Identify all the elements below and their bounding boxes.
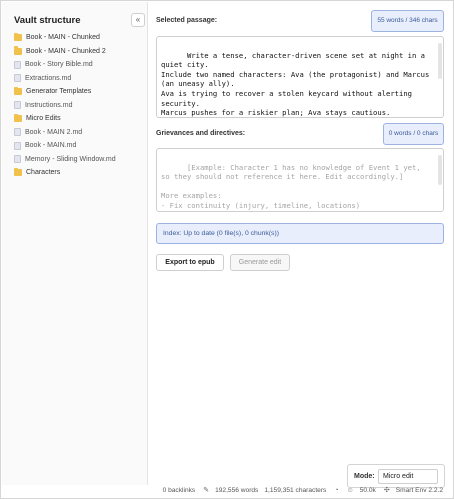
passage-count-badge: 55 words / 346 chars [371,10,444,32]
export-epub-button[interactable]: Export to epub [156,254,224,271]
tree-item-label: Book - Story Bible.md [25,61,93,69]
file-icon [14,60,21,69]
collapse-sidebar-button[interactable]: « [131,13,145,27]
sidebar-title: Vault structure [14,15,81,26]
backlinks-count[interactable]: 0 backlinks [163,487,196,494]
tree-item-label: Memory - Sliding Window.md [25,155,116,163]
smart-env-version[interactable]: Smart Env 2.2.2 [396,487,443,494]
tree-item-label: Book - MAIN 2.md [25,128,83,136]
passage-scrollbar[interactable] [438,43,442,79]
tree-item-label: Book - MAIN - Chunked [26,34,100,42]
selected-passage-textarea[interactable]: Write a tense, character-driven scene se… [156,36,444,118]
tree-item-file[interactable]: Book - MAIN 2.md [14,126,144,140]
folder-icon [14,86,22,96]
app-window: Vault structure « Book - MAIN - Chunked B… [0,0,454,499]
folder-icon [14,32,22,42]
selected-passage-label: Selected passage: [156,17,218,24]
tree-item-label: Characters [26,169,61,177]
tree-item-label: Book - MAIN.md [25,142,77,150]
tree-item-folder[interactable]: Micro Edits [14,112,144,126]
file-icon [14,155,21,164]
file-icon [14,128,21,137]
tree-item-label: Micro Edits [26,115,61,123]
main-panel: Selected passage: 55 words / 346 chars W… [149,2,454,485]
index-status-bar: Index: Up to date (0 file(s), 0 chunk(s)… [156,223,444,244]
grievances-count-badge: 0 words / 0 chars [383,123,444,145]
folder-icon [14,46,22,55]
grievances-textarea[interactable]: [Example: Character 1 has no knowledge o… [156,148,444,212]
tree-item-label: Instructions.md [25,101,73,109]
word-count: 192,556 words [215,486,259,494]
character-count: 1,159,351 characters [264,486,327,494]
grievances-scrollbar[interactable] [438,155,442,185]
token-count: 50.0k [359,486,376,494]
tree-item-label: Extractions.md [25,74,72,82]
edit-pencil-icon[interactable]: ✎ [203,486,209,494]
tree-item-folder[interactable]: Book - MAIN - Chunked 2 [14,45,144,59]
mode-select[interactable]: Micro edit [378,469,438,484]
tree-item-file[interactable]: Memory - Sliding Window.md [14,153,144,167]
tree-item-folder[interactable]: Book - MAIN - Chunked [14,31,144,45]
sidebar: Vault structure « Book - MAIN - Chunked B… [2,2,148,485]
tree-item-file[interactable]: Book - Story Bible.md [14,58,144,72]
smart-env-icon[interactable]: ✣ [384,486,390,494]
sync-icon[interactable]: ◔ [334,487,338,494]
robot-icon[interactable]: ☺ [347,487,354,494]
file-icon [14,74,21,83]
file-icon [14,141,21,150]
selected-passage-text: Write a tense, character-driven scene se… [161,50,430,118]
grievances-label: Grievances and directives: [156,130,246,137]
grievances-placeholder: [Example: Character 1 has no knowledge o… [161,162,421,211]
tree-item-label: Generator Templates [26,88,92,96]
folder-icon [14,167,22,177]
file-tree: Book - MAIN - Chunked Book - MAIN - Chunk… [14,31,144,180]
generate-edit-button[interactable]: Generate edit [230,254,290,271]
status-bar: 0 backlinks ✎ 192,556 words 1,159,351 ch… [157,484,443,496]
tree-item-file[interactable]: Extractions.md [14,72,144,86]
tree-item-label: Book - MAIN - Chunked 2 [26,47,106,55]
tree-item-file[interactable]: Book - MAIN.md [14,139,144,153]
mode-label: Mode: [354,473,375,480]
folder-icon [14,113,22,123]
file-icon [14,101,21,110]
tree-item-file[interactable]: Instructions.md [14,99,144,113]
tree-item-folder[interactable]: Generator Templates [14,85,144,99]
tree-item-folder[interactable]: Characters [14,166,144,180]
